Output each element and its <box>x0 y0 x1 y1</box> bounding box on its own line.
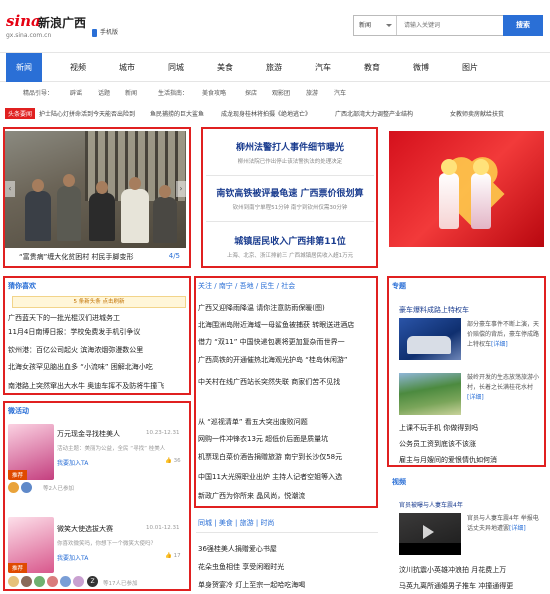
product-bottle <box>439 173 459 229</box>
video-desc-text: 官员与人妻车震4年 举报电话丈夫异地遭罢 <box>467 515 539 532</box>
divider <box>196 532 378 533</box>
video-thumbnail[interactable] <box>399 513 461 555</box>
video-lead-title[interactable]: 官员被曝与人妻车震4年 <box>399 500 463 509</box>
video-desc: 官员与人妻车震4年 举报电话丈夫异地遭罢[详细] <box>467 514 539 534</box>
news-ticker: 头条要闻 护士陆心灯拼命活到今天能否出险到 鱼民捕捞的巨大鲨鱼 成龙现身桂林将拍… <box>5 108 550 120</box>
video-caption-bar <box>399 543 461 555</box>
ticker-item[interactable]: 女教师卖房献给扶贫 <box>450 109 504 118</box>
nav-item-news[interactable]: 新闻 <box>6 53 42 82</box>
nav-item-food[interactable]: 美食 <box>206 53 244 82</box>
subnav-item[interactable]: 话题 <box>98 88 110 97</box>
nav-item-weibo[interactable]: 微博 <box>402 53 440 82</box>
highlight-box <box>3 127 191 268</box>
news-item[interactable]: 36强桂美人捐赠爱心书屋 <box>198 544 376 554</box>
tab-food[interactable]: 美食 <box>219 519 233 527</box>
subnav-label: 精品引导： <box>23 90 54 97</box>
subnav-item[interactable]: 美食攻略 <box>202 88 226 97</box>
nav-item-education[interactable]: 教育 <box>353 53 391 82</box>
tab-fashion[interactable]: 时尚 <box>260 519 274 527</box>
nav-item-travel[interactable]: 旅游 <box>255 53 293 82</box>
nav-item-auto[interactable]: 汽车 <box>304 53 342 82</box>
news-tabs-2: 同城 | 美食 | 旅游 | 时尚 <box>198 519 275 527</box>
site-name: 新浪广西 <box>38 16 87 30</box>
subnav-item[interactable]: 旅游 <box>306 88 318 97</box>
section-title-video: 视频 <box>392 478 406 486</box>
news-item[interactable]: 花朵虫鱼相佳 享受闲暇时光 <box>198 562 376 572</box>
phone-icon <box>92 28 97 37</box>
ticker-item[interactable]: 广西北部湾大力调整产业结构 <box>335 109 413 118</box>
subnav-item[interactable]: 观影团 <box>272 88 290 97</box>
highlight-box <box>3 401 191 591</box>
product-bottle <box>471 173 491 229</box>
search-category-select[interactable]: 新闻 <box>354 16 397 35</box>
ticker-item[interactable]: 鱼民捕捞的巨大鲨鱼 <box>150 109 204 118</box>
ticker-item[interactable]: 护士陆心灯拼命活到今天能否出险到 <box>39 109 135 118</box>
search-button[interactable]: 搜索 <box>503 15 543 36</box>
highlight-box <box>3 276 191 395</box>
sina-logo-mark: sina <box>6 12 41 30</box>
sub-nav: 精品引导： 辟谣 话题 新闻 生活指南： 美食攻略 探店 观影团 旅游 汽车 <box>0 86 550 100</box>
advertisement-banner[interactable] <box>389 131 544 247</box>
site-domain: gx.sina.com.cn <box>6 32 52 39</box>
search-bar: 新闻 搜索 <box>353 15 543 36</box>
nav-item-photos[interactable]: 图片 <box>451 53 489 82</box>
search-category-label: 新闻 <box>359 22 372 29</box>
highlight-box <box>387 276 546 467</box>
play-icon <box>423 525 434 539</box>
subnav-item[interactable]: 汽车 <box>334 88 346 97</box>
mobile-link[interactable]: 手机版 <box>92 27 118 37</box>
more-link[interactable]: [详细] <box>509 525 526 532</box>
tab-travel[interactable]: 旅游 <box>240 519 254 527</box>
nav-item-local[interactable]: 同城 <box>157 53 195 82</box>
bottle-cap <box>473 159 489 175</box>
nav-item-video[interactable]: 视频 <box>59 53 97 82</box>
ticker-item[interactable]: 成龙现身桂林将拍摄《绝地逃亡》 <box>221 109 311 118</box>
tab-city[interactable]: 同城 <box>198 519 212 527</box>
main-nav: 新闻 视频 城市 同城 美食 旅游 汽车 教育 微博 图片 <box>0 52 550 82</box>
chevron-down-icon <box>386 24 392 27</box>
subnav-item[interactable]: 探店 <box>245 88 257 97</box>
bottle-cap <box>441 159 457 175</box>
search-input[interactable] <box>398 16 502 35</box>
news-item[interactable]: 单身贺宴冷 灯上至宗一起哈吃海喝 <box>198 580 376 590</box>
subnav-item[interactable]: 新闻 <box>125 88 137 97</box>
highlight-box <box>201 127 378 268</box>
video-link[interactable]: 汶川抗震小英雄冲浪拍 月花费上万 <box>399 565 506 575</box>
subnav-item[interactable]: 辟谣 <box>70 88 82 97</box>
mobile-label: 手机版 <box>100 29 119 36</box>
subnav-item: 生活指南： <box>158 90 189 97</box>
site-logo[interactable]: sina 新浪广西 gx.sina.com.cn <box>6 12 96 44</box>
highlight-box <box>194 276 378 508</box>
video-link[interactable]: 马英九离所通婚男子推车 冲撞通得更 <box>399 581 513 591</box>
ticker-label: 头条要闻 <box>5 108 36 119</box>
nav-item-city[interactable]: 城市 <box>108 53 146 82</box>
